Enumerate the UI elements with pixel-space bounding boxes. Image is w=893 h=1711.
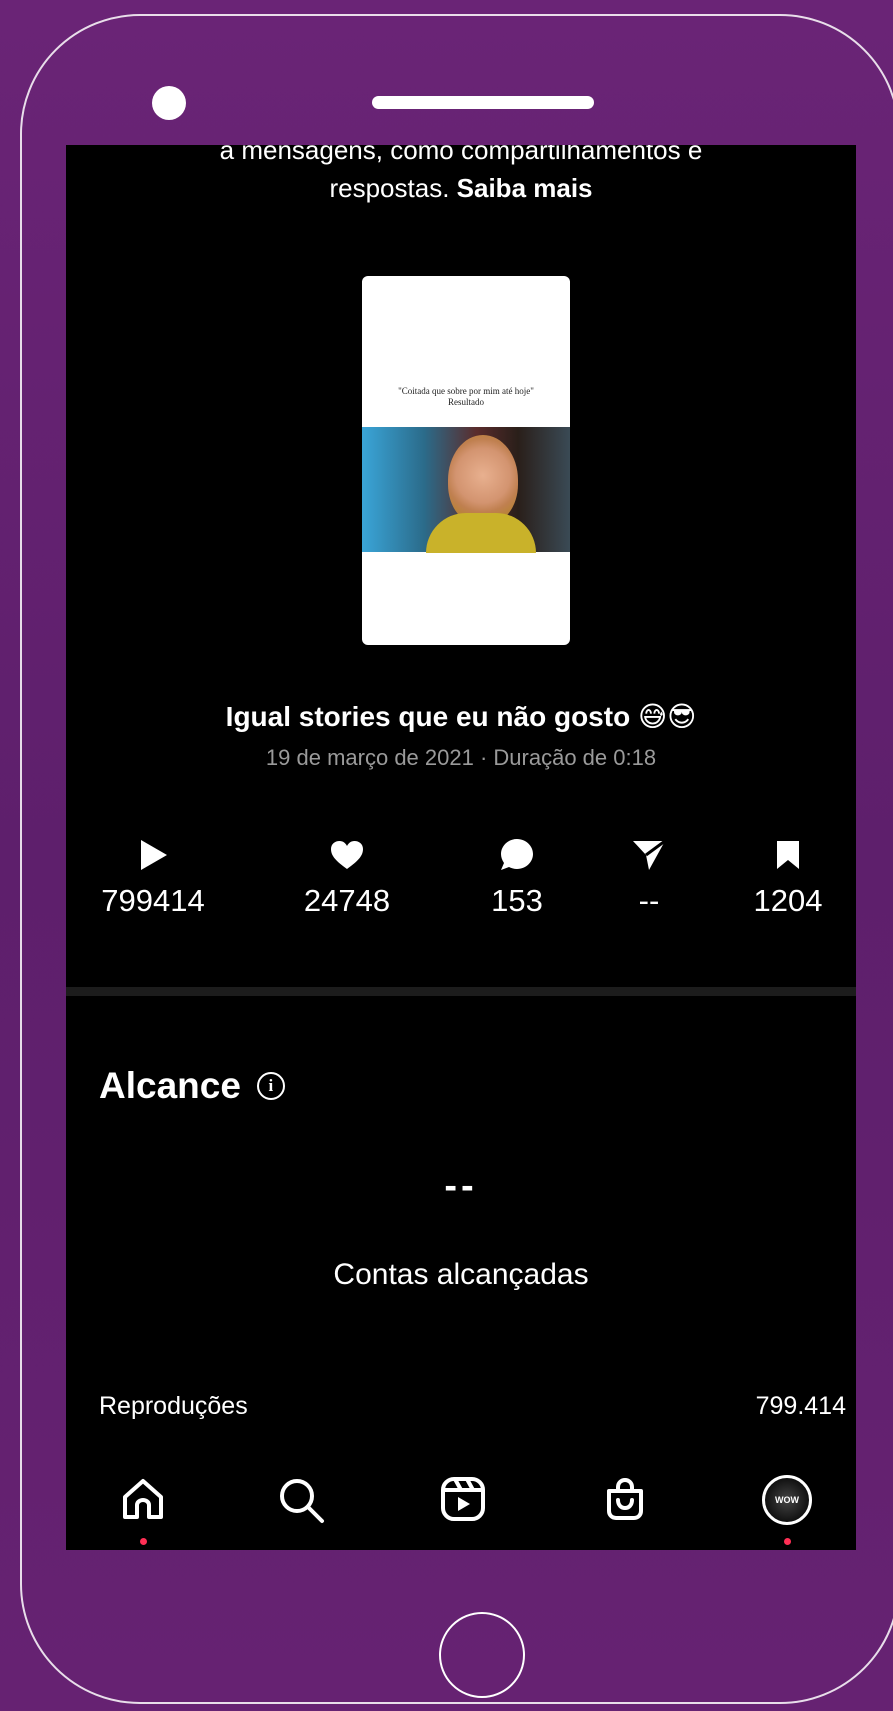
- info-icon[interactable]: i: [256, 1072, 285, 1100]
- app-screen: a mensagens, como compartilhamentos e re…: [66, 145, 856, 1550]
- bottom-nav: WOW: [66, 1465, 856, 1550]
- nav-profile[interactable]: WOW: [752, 1475, 822, 1545]
- profile-notification-dot: [784, 1538, 791, 1545]
- nav-shop[interactable]: [590, 1475, 660, 1545]
- stat-likes: 24748: [272, 835, 422, 919]
- post-meta: 19 de março de 2021 · Duração de 0:18: [265, 745, 657, 770]
- profile-avatar: WOW: [762, 1475, 812, 1525]
- thumbnail-caption: "Coitada que sobre por mim até hoje" Res…: [362, 386, 570, 408]
- info-text: respostas.: [329, 173, 450, 203]
- nav-reels[interactable]: [428, 1475, 498, 1545]
- post-title: Igual stories que eu não gosto 😅😎: [225, 701, 697, 732]
- stat-saves-value: 1204: [753, 883, 823, 918]
- play-icon: [78, 835, 228, 875]
- post-thumbnail[interactable]: "Coitada que sobre por mim até hoje" Res…: [362, 276, 570, 645]
- thumbnail-person: [448, 435, 518, 525]
- reels-icon: [439, 1475, 487, 1528]
- speaker-grille: [372, 96, 594, 109]
- plays-row-value: 799.414: [755, 1392, 846, 1420]
- nav-home[interactable]: [108, 1475, 178, 1545]
- stat-plays-value: 799414: [101, 883, 205, 918]
- thumbnail-person-body: [426, 513, 536, 553]
- thumbnail-video-frame: [362, 427, 570, 553]
- stat-saves: 1204: [713, 835, 856, 919]
- section-divider: [66, 987, 856, 996]
- search-icon: [276, 1475, 326, 1530]
- thumbnail-caption-line1: "Coitada que sobre por mim até hoje": [398, 386, 534, 396]
- send-icon: [574, 835, 724, 875]
- stat-plays: 799414: [78, 835, 228, 919]
- accounts-reached-value: --: [444, 1165, 478, 1207]
- home-notification-dot: [140, 1538, 147, 1545]
- heart-icon: [272, 835, 422, 875]
- info-text-line1: a mensagens, como compartilhamentos e: [219, 145, 703, 165]
- accounts-reached-label: Contas alcançadas: [333, 1258, 589, 1291]
- plays-row-label: Reproduções: [99, 1392, 248, 1420]
- reach-title: Alcance: [99, 1065, 241, 1106]
- learn-more-link[interactable]: Saiba mais: [457, 173, 593, 203]
- stat-shares-value: --: [638, 883, 660, 918]
- front-camera: [152, 86, 186, 120]
- stat-comments-value: 153: [491, 883, 543, 918]
- home-hardware-button[interactable]: [439, 1612, 525, 1698]
- stat-likes-value: 24748: [303, 883, 391, 918]
- shop-icon: [601, 1475, 649, 1528]
- stat-comments: 153: [442, 835, 592, 919]
- stat-shares: --: [574, 835, 724, 919]
- comment-icon: [442, 835, 592, 875]
- bookmark-icon: [713, 835, 856, 875]
- thumbnail-caption-line2: Resultado: [448, 397, 484, 407]
- reach-section-title: Alcance i: [99, 1065, 285, 1107]
- home-icon: [119, 1475, 167, 1528]
- nav-search[interactable]: [266, 1475, 336, 1545]
- info-text-line2: respostas. Saiba mais: [66, 169, 856, 207]
